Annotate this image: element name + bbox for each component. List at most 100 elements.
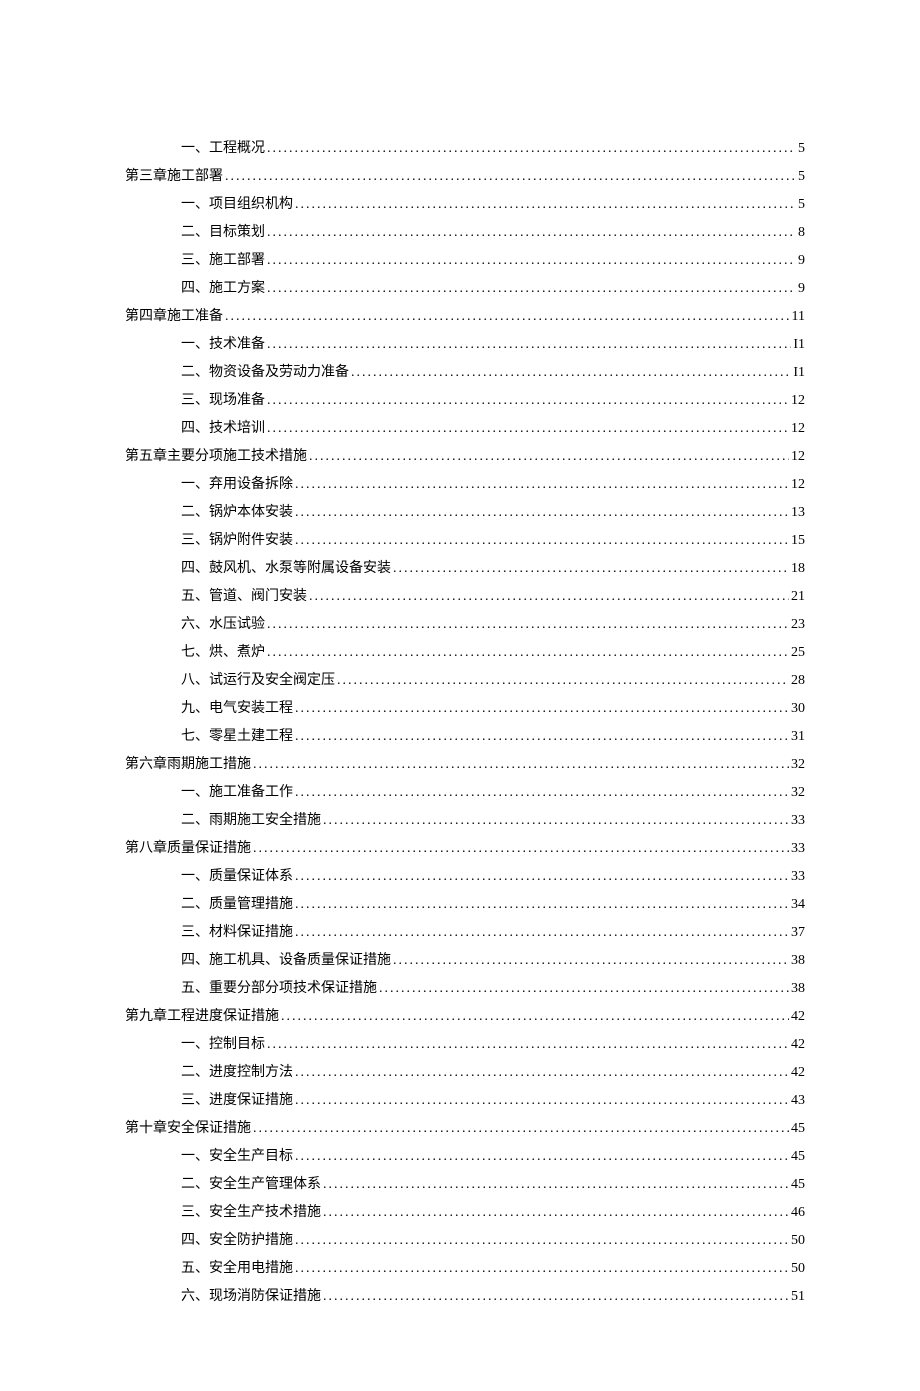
toc-leader-dots: [323, 1199, 789, 1227]
toc-entry: 五、管道、阀门安装21: [125, 583, 805, 611]
toc-leader-dots: [253, 1115, 789, 1143]
toc-entry: 二、锅炉本体安装 13: [125, 499, 805, 527]
toc-leader-dots: [281, 1003, 789, 1031]
toc-entry-label: 三、现场准备: [181, 387, 265, 415]
toc-leader-dots: [295, 1255, 789, 1283]
toc-leader-dots: [267, 219, 796, 247]
toc-entry-page: 33: [791, 863, 805, 891]
toc-leader-dots: [351, 359, 791, 387]
toc-leader-dots: [295, 471, 789, 499]
toc-leader-dots: [253, 835, 789, 863]
toc-entry-page: 8: [798, 219, 805, 247]
toc-entry-page: 45: [791, 1115, 805, 1143]
toc-leader-dots: [309, 583, 789, 611]
toc-entry-page: 25: [791, 639, 805, 667]
toc-entry-label: 五、安全用电措施: [181, 1255, 293, 1283]
toc-entry-label: 五、管道、阀门安装: [181, 583, 307, 611]
toc-entry-page: 45: [791, 1171, 805, 1199]
toc-leader-dots: [267, 387, 789, 415]
toc-entry-page: 5: [798, 191, 805, 219]
toc-entry-page: 23: [791, 611, 805, 639]
toc-entry-page: 37: [791, 919, 805, 947]
toc-entry-label: 二、雨期施工安全措施: [181, 807, 321, 835]
toc-leader-dots: [295, 779, 789, 807]
toc-entry: 二、目标策划 8: [125, 219, 805, 247]
toc-entry-label: 三、进度保证措施: [181, 1087, 293, 1115]
toc-entry: 四、施工方案9: [125, 275, 805, 303]
toc-entry: 六、水压试验 23: [125, 611, 805, 639]
toc-leader-dots: [295, 863, 789, 891]
toc-entry-label: 一、工程概况: [181, 135, 265, 163]
toc-entry-label: 一、安全生产目标: [181, 1143, 293, 1171]
toc-leader-dots: [393, 947, 789, 975]
toc-entry: 一、施工准备工作32: [125, 779, 805, 807]
toc-leader-dots: [267, 275, 796, 303]
toc-entry-page: 42: [791, 1031, 805, 1059]
table-of-contents: 一、工程概况5第三章施工部署5一、项目组织机构5二、目标策划8三、施工部署9四、…: [125, 135, 805, 1311]
toc-leader-dots: [295, 723, 789, 751]
toc-entry-label: 四、技术培训: [181, 415, 265, 443]
toc-leader-dots: [253, 751, 789, 779]
toc-entry: 第四章施工准备11: [125, 303, 805, 331]
toc-leader-dots: [295, 1087, 789, 1115]
toc-entry-label: 六、现场消防保证措施: [181, 1283, 321, 1311]
toc-leader-dots: [267, 1031, 789, 1059]
toc-entry-label: 三、锅炉附件安装: [181, 527, 293, 555]
toc-leader-dots: [295, 1143, 789, 1171]
toc-entry: 一、控制目标 42: [125, 1031, 805, 1059]
toc-entry: 一、质量保证体系33: [125, 863, 805, 891]
toc-entry-page: 12: [791, 471, 805, 499]
toc-entry: 二、物资设备及劳动力准备I1: [125, 359, 805, 387]
toc-entry: 二、进度控制方法 42: [125, 1059, 805, 1087]
toc-entry-page: 11: [792, 303, 805, 331]
toc-leader-dots: [295, 891, 789, 919]
toc-leader-dots: [323, 807, 789, 835]
toc-entry-label: 一、项目组织机构: [181, 191, 293, 219]
toc-entry-page: 38: [791, 975, 805, 1003]
toc-entry: 八、试运行及安全阀定压28: [125, 667, 805, 695]
toc-entry-label: 二、进度控制方法: [181, 1059, 293, 1087]
toc-entry-page: 33: [791, 807, 805, 835]
toc-entry: 一、工程概况5: [125, 135, 805, 163]
toc-entry: 四、安全防护措施50: [125, 1227, 805, 1255]
toc-entry-label: 第十章安全保证措施: [125, 1115, 251, 1143]
toc-entry-label: 一、施工准备工作: [181, 779, 293, 807]
toc-entry-page: I1: [793, 359, 805, 387]
toc-entry-label: 二、目标策划: [181, 219, 265, 247]
toc-entry: 四、技术培训12: [125, 415, 805, 443]
toc-entry-label: 一、弃用设备拆除: [181, 471, 293, 499]
toc-leader-dots: [295, 695, 789, 723]
toc-entry-page: 12: [791, 443, 805, 471]
toc-entry-page: 13: [791, 499, 805, 527]
toc-entry-page: 31: [791, 723, 805, 751]
toc-leader-dots: [267, 415, 789, 443]
toc-entry: 五、重要分部分项技术保证措施38: [125, 975, 805, 1003]
toc-entry: 四、鼓风机、水泵等附属设备安装18: [125, 555, 805, 583]
toc-entry-page: I1: [793, 331, 805, 359]
toc-leader-dots: [295, 499, 789, 527]
toc-entry-label: 一、控制目标: [181, 1031, 265, 1059]
toc-entry-page: 42: [791, 1059, 805, 1087]
toc-leader-dots: [267, 611, 789, 639]
toc-entry-label: 九、电气安装工程: [181, 695, 293, 723]
toc-entry-label: 六、水压试验: [181, 611, 265, 639]
toc-entry-label: 第六章雨期施工措施: [125, 751, 251, 779]
toc-entry: 第三章施工部署5: [125, 163, 805, 191]
toc-leader-dots: [225, 303, 790, 331]
toc-entry: 第九章工程进度保证措施42: [125, 1003, 805, 1031]
toc-entry: 六、现场消防保证措施51: [125, 1283, 805, 1311]
toc-entry: 第八章质量保证措施33: [125, 835, 805, 863]
toc-entry-label: 第五章主要分项施工技术措施: [125, 443, 307, 471]
toc-entry-page: 5: [798, 163, 805, 191]
toc-leader-dots: [393, 555, 789, 583]
toc-entry-label: 八、试运行及安全阀定压: [181, 667, 335, 695]
toc-entry-label: 四、鼓风机、水泵等附属设备安装: [181, 555, 391, 583]
toc-entry-label: 第九章工程进度保证措施: [125, 1003, 279, 1031]
toc-leader-dots: [267, 247, 796, 275]
toc-leader-dots: [379, 975, 789, 1003]
toc-entry-label: 四、施工机具、设备质量保证措施: [181, 947, 391, 975]
toc-entry: 一、项目组织机构 5: [125, 191, 805, 219]
toc-entry-label: 四、安全防护措施: [181, 1227, 293, 1255]
toc-entry-label: 二、锅炉本体安装: [181, 499, 293, 527]
toc-entry-label: 七、烘、煮炉: [181, 639, 265, 667]
